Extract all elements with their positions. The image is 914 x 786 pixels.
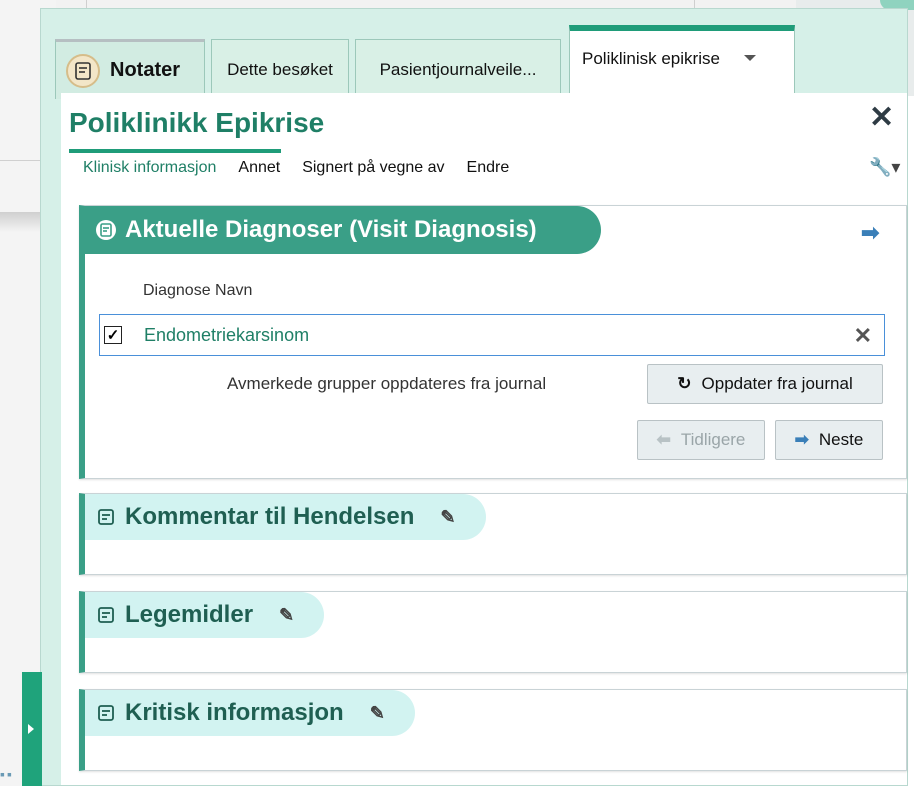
menu-item-klinisk-informasjon[interactable]: Klinisk informasjon (83, 159, 216, 177)
sidebar-expander[interactable] (22, 672, 42, 786)
pencil-icon[interactable]: ✎ (440, 507, 455, 528)
tab-label: Dette besøket (227, 59, 333, 79)
menu-item-endre[interactable]: Endre (467, 159, 510, 177)
diagnosis-name: Endometriekarsinom (144, 324, 310, 345)
section-title: Kommentar til Hendelsen (125, 503, 415, 530)
button-label: Neste (818, 430, 864, 449)
page-title: Poliklinikk Epikrise (69, 107, 325, 138)
section-title: Legemidler (125, 601, 254, 628)
tab-notater[interactable]: Notater (55, 39, 205, 99)
note-icon (95, 506, 117, 528)
tab-label: Notater (110, 59, 181, 81)
refresh-icon: ↻ (677, 374, 692, 393)
section-header[interactable]: Legemidler ✎ (85, 592, 325, 638)
section-menu: Klinisk informasjon Annet Signert på veg… (83, 159, 531, 177)
pencil-icon[interactable]: ✎ (279, 605, 294, 626)
wrench-icon[interactable]: 🔧▾ (869, 157, 900, 178)
button-label: Oppdater fra journal (701, 374, 853, 393)
section-kommentar: Kommentar til Hendelsen ✎ (79, 493, 907, 575)
previous-button[interactable]: ⬅ Tidligere (637, 420, 765, 460)
section-kritisk-informasjon: Kritisk informasjon ✎ (79, 689, 907, 771)
button-label: Tidligere (680, 430, 746, 449)
tab-pasientjournalveileder[interactable]: Pasientjournalveile... (355, 39, 561, 99)
section-header[interactable]: Kommentar til Hendelsen ✎ (85, 494, 486, 540)
menu-item-annet[interactable]: Annet (238, 159, 280, 177)
note-icon (95, 219, 117, 241)
tab-dette-besoket[interactable]: Dette besøket (211, 39, 349, 99)
section-header[interactable]: Kritisk informasjon ✎ (85, 690, 415, 736)
arrow-right-icon: ➡ (794, 430, 809, 449)
diagnosis-checkbox[interactable]: ✓ (104, 326, 122, 344)
update-note: Avmerkede grupper oppdateres fra journal (227, 374, 547, 393)
chevron-right-icon (28, 724, 34, 734)
note-icon (95, 702, 117, 724)
next-button[interactable]: ➡ Neste (775, 420, 883, 460)
tab-poliklinisk-epikrise[interactable]: Poliklinisk epikrise (569, 25, 795, 101)
tab-label: Pasientjournalveile... (379, 59, 537, 79)
title-underline (69, 149, 281, 153)
pencil-icon[interactable]: ✎ (370, 703, 385, 724)
section-title: Aktuelle Diagnoser (Visit Diagnosis) (125, 216, 537, 243)
arrow-left-icon: ⬅ (656, 430, 671, 449)
diagnosis-row[interactable]: ✓ Endometriekarsinom ✕ (99, 314, 885, 356)
column-label: Diagnose Navn (143, 282, 253, 299)
section-legemidler: Legemidler ✎ (79, 591, 907, 673)
update-from-journal-button[interactable]: ↻ Oppdater fra journal (647, 364, 883, 404)
dots-icon: ▪▪ (0, 766, 14, 782)
tab-label: Poliklinisk epikrise (582, 49, 720, 68)
tab-bar: Notater Dette besøket Pasientjournalveil… (53, 19, 893, 101)
section-header[interactable]: Aktuelle Diagnoser (Visit Diagnosis) (85, 206, 601, 254)
note-icon (66, 53, 100, 88)
arrow-right-icon[interactable]: ➡ (861, 220, 879, 246)
chevron-down-icon[interactable] (743, 55, 756, 61)
section-aktuelle-diagnoser: Aktuelle Diagnoser (Visit Diagnosis) ➡ D… (79, 205, 907, 479)
section-title: Kritisk informasjon (125, 699, 344, 726)
epikrise-panel: Poliklinikk Epikrise ✕ Klinisk informasj… (61, 93, 907, 785)
note-icon (95, 604, 117, 626)
remove-icon[interactable]: ✕ (854, 323, 872, 349)
notes-window: Notater Dette besøket Pasientjournalveil… (40, 8, 908, 786)
menu-item-signert-pa-vegne-av[interactable]: Signert på vegne av (302, 159, 444, 177)
close-icon[interactable]: ✕ (869, 103, 894, 133)
